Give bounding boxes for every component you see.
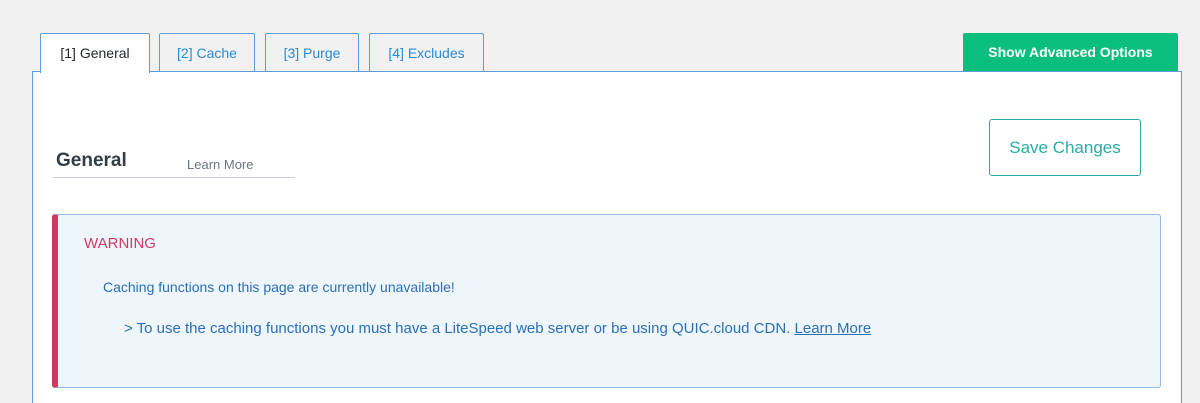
settings-panel: General Learn More Save Changes WARNING … (32, 71, 1182, 403)
section-title: General (56, 150, 127, 171)
warning-notice: WARNING Caching functions on this page a… (52, 214, 1161, 388)
settings-page: [1] General [2] Cache [3] Purge [4] Excl… (0, 0, 1200, 403)
warning-message: Caching functions on this page are curre… (103, 279, 455, 295)
tab-bar: [1] General [2] Cache [3] Purge [4] Excl… (0, 0, 1200, 73)
warning-detail: > To use the caching functions you must … (124, 320, 871, 337)
tab-excludes[interactable]: [4] Excludes (369, 33, 484, 72)
section-header: General Learn More (53, 148, 295, 178)
tab-general[interactable]: [1] General (40, 33, 150, 73)
warning-learn-more-link[interactable]: Learn More (795, 320, 872, 337)
tab-cache[interactable]: [2] Cache (159, 33, 255, 72)
warning-title: WARNING (84, 235, 156, 252)
warning-detail-text: > To use the caching functions you must … (124, 320, 791, 337)
show-advanced-options-button[interactable]: Show Advanced Options (963, 33, 1178, 72)
save-changes-button[interactable]: Save Changes (989, 119, 1141, 176)
tab-purge[interactable]: [3] Purge (265, 33, 359, 72)
learn-more-link[interactable]: Learn More (187, 157, 253, 172)
